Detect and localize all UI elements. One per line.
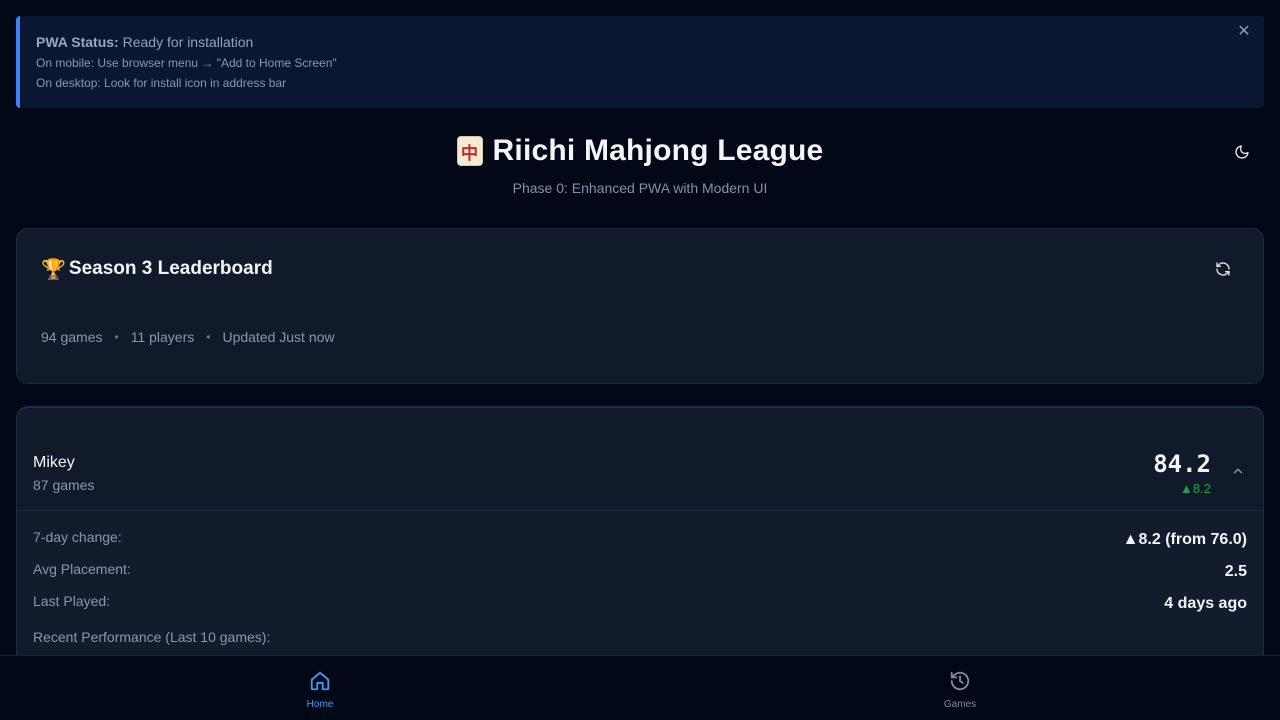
player-rating-delta: ▲8.2 <box>1180 481 1211 496</box>
refresh-icon[interactable] <box>1213 259 1233 279</box>
chevron-up-icon[interactable] <box>1231 464 1245 478</box>
players-count: 11 players <box>130 329 195 345</box>
pwa-mobile-hint: On mobile: Use browser menu → "Add to Ho… <box>36 56 337 70</box>
player-games: 87 games <box>33 477 95 493</box>
title-row: 中 Riichi Mahjong League <box>0 134 1280 168</box>
pwa-status-label: PWA Status: <box>36 34 119 50</box>
pwa-status-line: PWA Status: Ready for installation <box>36 34 1248 50</box>
detail-label: Avg Placement: <box>33 561 131 577</box>
nav-item-home[interactable]: Home <box>280 670 360 710</box>
page-title: Riichi Mahjong League <box>492 134 824 167</box>
detail-label: Last Played: <box>33 593 111 609</box>
close-icon[interactable]: ✕ <box>1236 24 1252 40</box>
app-page: PWA Status: Ready for installation On mo… <box>0 0 1280 720</box>
detail-row: Avg Placement: 2.5 <box>33 561 1247 583</box>
detail-value: 2.5 <box>1224 563 1247 580</box>
separator-dot: • <box>114 330 119 344</box>
leaderboard-title-row: 🏆 Season 3 Leaderboard <box>41 257 273 281</box>
pwa-desktop-hint: On desktop: Look for install icon in add… <box>36 76 287 90</box>
leaderboard-card: 🏆 Season 3 Leaderboard 94 games • 11 pla… <box>16 228 1264 384</box>
recent-performance-label: Recent Performance (Last 10 games): <box>33 629 271 645</box>
nav-label-games: Games <box>943 699 977 710</box>
bottom-nav: Home Games <box>0 655 1280 720</box>
player-card-header[interactable]: Mikey 87 games 84.2 ▲8.2 <box>17 408 1263 510</box>
page-subtitle: Phase 0: Enhanced PWA with Modern UI <box>512 180 768 196</box>
detail-value: 4 days ago <box>1164 595 1247 612</box>
separator-dot: • <box>206 330 211 344</box>
detail-row: Last Played: 4 days ago <box>33 593 1247 615</box>
detail-label: 7-day change: <box>33 529 122 545</box>
nav-item-games[interactable]: Games <box>920 670 1000 710</box>
player-name: Mikey <box>33 454 75 471</box>
games-count: 94 games <box>41 329 103 345</box>
detail-row: 7-day change: ▲8.2 (from 76.0) <box>33 529 1247 551</box>
recent-performance-row: Recent Performance (Last 10 games): <box>33 629 1247 651</box>
pwa-status-value: Ready for installation <box>122 34 254 50</box>
pwa-status-banner: PWA Status: Ready for installation On mo… <box>16 16 1264 108</box>
detail-value: ▲8.2 (from 76.0) <box>1122 531 1247 548</box>
mahjong-tile-icon: 中 <box>456 136 483 166</box>
leaderboard-stats: 94 games • 11 players • Updated Just now <box>41 329 335 345</box>
home-icon <box>310 671 330 691</box>
updated-status: Updated Just now <box>222 329 335 345</box>
player-rating: 84.2 <box>1153 450 1211 478</box>
history-icon <box>950 671 970 691</box>
leaderboard-title: Season 3 Leaderboard <box>68 258 273 279</box>
nav-label-home: Home <box>306 699 334 710</box>
trophy-icon: 🏆 <box>41 257 66 281</box>
page-header: 中 Riichi Mahjong League Phase 0: Enhance… <box>0 128 1280 208</box>
moon-icon[interactable] <box>1230 140 1254 164</box>
